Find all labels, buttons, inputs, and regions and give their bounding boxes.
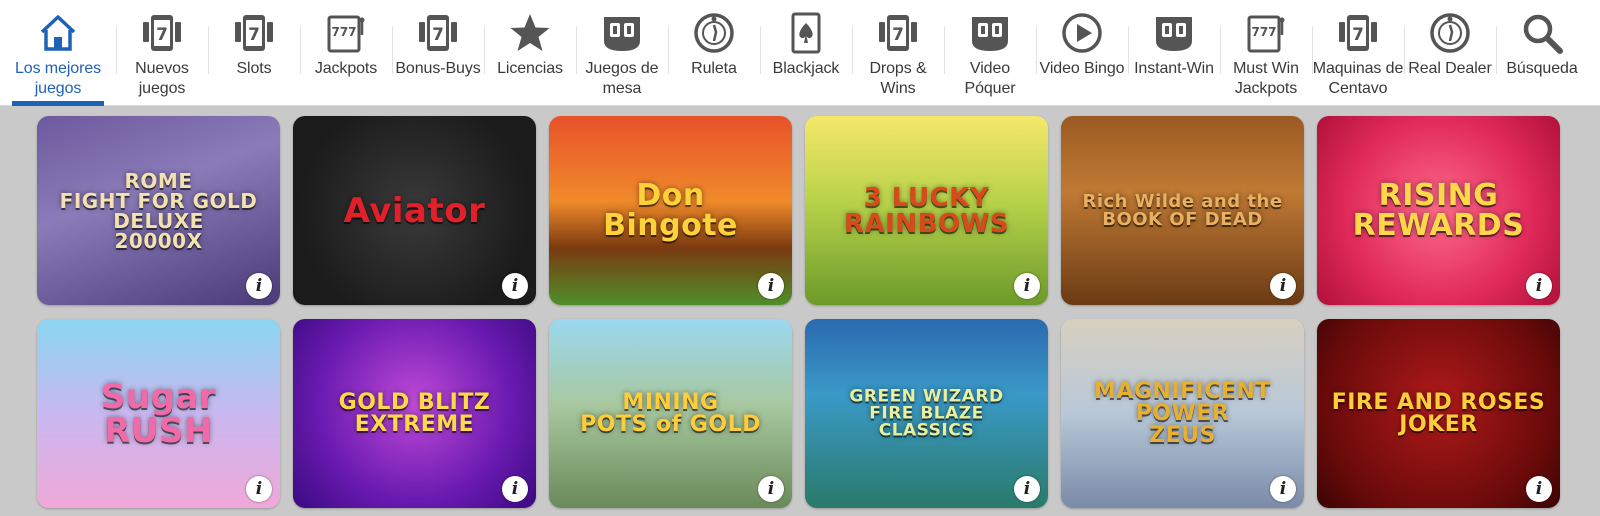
info-icon[interactable]: i <box>1526 476 1552 502</box>
star-icon <box>507 11 553 55</box>
svg-text:777: 777 <box>1251 25 1276 39</box>
nav-item-label: Los mejores juegos <box>14 60 102 97</box>
game-tile[interactable]: GREEN WIZARD FIRE BLAZE CLASSICS i <box>805 319 1048 508</box>
game-grid: ROME FIGHT FOR GOLD DELUXE 20000X i Aviato… <box>37 116 1560 508</box>
game-title: 3 LUCKY RAINBOWS <box>844 182 1009 239</box>
search-icon <box>1519 11 1565 55</box>
info-icon[interactable]: i <box>246 476 272 502</box>
nav-item-label: Maquinas de Centavo <box>1312 60 1404 97</box>
triple-seven-icon: 777 <box>1243 11 1289 55</box>
triple-seven-icon: 777 <box>323 11 369 55</box>
nav-item-label: Bonus-Buys <box>395 60 481 77</box>
nav-item-label: Instant-Win <box>1134 60 1214 77</box>
game-title: ROME FIGHT FOR GOLD DELUXE 20000X <box>59 168 258 253</box>
nav-item-6[interactable]: Juegos de mesa <box>576 0 668 106</box>
game-title: MAGNIFICENT POWER ZEUS <box>1094 378 1271 448</box>
nav-item-label: Blackjack <box>772 60 840 77</box>
svg-text:7: 7 <box>248 25 260 45</box>
game-tile[interactable]: Aviator i <box>293 116 536 305</box>
game-title: Sugar RUSH <box>100 376 217 451</box>
nav-item-2[interactable]: 7 Slots <box>208 0 300 106</box>
nav-item-label: Drops & Wins <box>869 60 927 97</box>
info-icon[interactable]: i <box>1270 273 1296 299</box>
nav-item-10[interactable]: Video Póquer <box>944 0 1036 106</box>
info-icon[interactable]: i <box>1014 476 1040 502</box>
roulette-icon <box>691 11 737 55</box>
nav-item-5[interactable]: Licencias <box>484 0 576 106</box>
game-title: MINING POTS of GOLD <box>580 389 761 437</box>
game-title: GREEN WIZARD FIRE BLAZE CLASSICS <box>849 386 1004 440</box>
nav-item-label: Ruleta <box>691 60 737 77</box>
nav-item-15[interactable]: Real Dealer <box>1404 0 1496 106</box>
svg-text:7: 7 <box>156 25 168 45</box>
home-icon <box>35 11 81 55</box>
slot-phone-icon: 7 <box>1335 11 1381 55</box>
game-tile[interactable]: Don Bingote i <box>549 116 792 305</box>
nav-item-4[interactable]: 7 Bonus-Buys <box>392 0 484 106</box>
nav-item-9[interactable]: 7 Drops & Wins <box>852 0 944 106</box>
roulette-icon <box>1427 11 1473 55</box>
slot-phone-icon: 7 <box>875 11 921 55</box>
info-icon[interactable]: i <box>1526 273 1552 299</box>
game-tile[interactable]: Sugar RUSH i <box>37 319 280 508</box>
nav-item-label: Jackpots <box>314 60 378 77</box>
nav-item-label: Juegos de mesa <box>585 60 659 97</box>
nav-item-label: Video Póquer <box>964 60 1016 97</box>
nav-item-1[interactable]: 7 Nuevos juegos <box>116 0 208 106</box>
game-tile[interactable]: 3 LUCKY RAINBOWS i <box>805 116 1048 305</box>
game-tile[interactable]: GOLD BLITZ EXTREME i <box>293 319 536 508</box>
nav-item-14[interactable]: 7 Maquinas de Centavo <box>1312 0 1404 106</box>
spade-card-icon <box>783 11 829 55</box>
info-icon[interactable]: i <box>758 273 784 299</box>
info-icon[interactable]: i <box>1014 273 1040 299</box>
game-title: Aviator <box>343 190 486 231</box>
nav-item-label: Nuevos juegos <box>135 60 189 97</box>
game-tile[interactable]: MINING POTS of GOLD i <box>549 319 792 508</box>
nav-item-0[interactable]: Los mejores juegos <box>0 0 116 106</box>
game-tile[interactable]: Rich Wilde and the BOOK OF DEAD i <box>1061 116 1304 305</box>
game-title: Don Bingote <box>603 177 738 243</box>
game-title: FIRE AND ROSES JOKER <box>1331 389 1546 437</box>
category-nav: Los mejores juegos 7 Nuevos juegos 7 Slots 77… <box>0 0 1600 106</box>
info-icon[interactable]: i <box>758 476 784 502</box>
game-tile[interactable]: MAGNIFICENT POWER ZEUS i <box>1061 319 1304 508</box>
game-tile[interactable]: ROME FIGHT FOR GOLD DELUXE 20000X i <box>37 116 280 305</box>
game-tile[interactable]: RISING REWARDS i <box>1317 116 1560 305</box>
nav-item-label: Video Bingo <box>1039 60 1125 77</box>
info-icon[interactable]: i <box>502 476 528 502</box>
nav-item-11[interactable]: Video Bingo <box>1036 0 1128 106</box>
nav-item-8[interactable]: Blackjack <box>760 0 852 106</box>
nav-item-7[interactable]: Ruleta <box>668 0 760 106</box>
game-title: RISING REWARDS <box>1352 177 1525 243</box>
nav-item-label: Real Dealer <box>1408 60 1492 77</box>
svg-text:7: 7 <box>432 25 444 45</box>
nav-item-label: Must Win Jackpots <box>1233 60 1299 97</box>
nav-item-13[interactable]: 777 Must Win Jackpots <box>1220 0 1312 106</box>
game-title: Rich Wilde and the BOOK OF DEAD <box>1082 190 1283 230</box>
nav-item-3[interactable]: 777 Jackpots <box>300 0 392 106</box>
nav-item-label: Búsqueda <box>1506 60 1578 77</box>
nav-item-label: Licencias <box>497 60 563 77</box>
slot-phone-icon: 7 <box>415 11 461 55</box>
svg-text:7: 7 <box>1352 25 1364 45</box>
slot-phone-icon: 7 <box>231 11 277 55</box>
nav-item-12[interactable]: Instant-Win <box>1128 0 1220 106</box>
info-icon[interactable]: i <box>502 273 528 299</box>
svg-text:777: 777 <box>331 25 356 39</box>
nav-item-16[interactable]: Búsqueda <box>1496 0 1588 106</box>
info-icon[interactable]: i <box>1270 476 1296 502</box>
slot-phone-icon: 7 <box>139 11 185 55</box>
svg-text:7: 7 <box>892 25 904 45</box>
video-poker-icon <box>599 11 645 55</box>
video-poker-icon <box>967 11 1013 55</box>
info-icon[interactable]: i <box>246 273 272 299</box>
video-poker-icon <box>1151 11 1197 55</box>
nav-item-label: Slots <box>236 60 272 77</box>
game-tile[interactable]: FIRE AND ROSES JOKER i <box>1317 319 1560 508</box>
play-icon <box>1059 11 1105 55</box>
game-title: GOLD BLITZ EXTREME <box>338 389 491 437</box>
